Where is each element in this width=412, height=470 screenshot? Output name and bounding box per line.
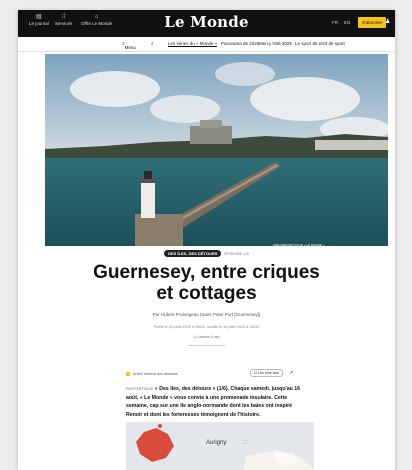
bookmark-icon: ⊡ xyxy=(254,371,258,375)
subscribe-button[interactable]: S'abonner xyxy=(358,17,387,28)
search-icon[interactable]: ⌕ xyxy=(151,41,154,46)
series-tag[interactable]: DES ÎLES, DES DÉTOURS xyxy=(164,250,222,257)
subnav-item-sport[interactable]: Le sport de récit de sport xyxy=(295,41,345,46)
top-bar: ▤ Le journal ⁞⁞ Services ⌂ Offre Le Mond… xyxy=(18,10,395,37)
episode-label: ÉPISODE 1/6 xyxy=(224,251,249,256)
read-time-label: Lecture 4 min xyxy=(197,335,220,339)
lead-kicker: REPORTAGE xyxy=(126,386,154,391)
divider xyxy=(188,345,225,346)
subnav-item-panorama[interactable]: Panorama de 2025 xyxy=(221,41,259,46)
menu-label: Menu xyxy=(124,45,136,50)
read-time: ◷ Lecture 4 min xyxy=(18,335,395,339)
sub-navigation: ≡ Menu ⌕ Les séries du « Monde » Panoram… xyxy=(18,37,395,52)
menu-button[interactable]: ≡ Menu xyxy=(122,41,136,50)
subnav-item-series[interactable]: Les séries du « Monde » xyxy=(168,41,218,47)
lead-text: « Des îles, des détours » (1/6). Chaque … xyxy=(126,386,300,418)
location-map: Aurigny xyxy=(126,422,314,470)
article-lead: REPORTAGE « Des îles, des détours » (1/6… xyxy=(126,385,306,419)
photo-credit: ANNA BROWN POUR « LE MONDE » xyxy=(273,243,325,247)
dateline: Publié le 16 juillet 2025 à 05h00, modif… xyxy=(153,325,260,329)
byline[interactable]: Par Hubert Prolongeau (Saint Peter Port … xyxy=(18,312,395,317)
user-icon[interactable]: ♟ xyxy=(385,18,390,25)
article-title-line1: Guernesey, entre criques xyxy=(93,262,320,283)
premium-icon xyxy=(126,372,130,377)
clock-icon: ◷ xyxy=(193,335,197,339)
article-title-line2: et cottages xyxy=(156,283,257,304)
article-title: Guernesey, entre criques et cottages xyxy=(18,262,395,304)
premium-label: Article réservé aux abonnés xyxy=(133,372,178,376)
subnav-item-ete[interactable]: Mercy l'été 2025 xyxy=(259,41,292,46)
map-label-aurigny: Aurigny xyxy=(206,440,226,446)
hero-image xyxy=(45,54,388,246)
read-later-label: Lire plus tard xyxy=(258,371,279,375)
page: ▤ Le journal ⁞⁞ Services ⌂ Offre Le Mond… xyxy=(18,10,395,470)
lang-fr[interactable]: FR xyxy=(332,20,338,25)
premium-notice: Article réservé aux abonnés xyxy=(126,372,178,377)
series-tag-row: DES ÎLES, DES DÉTOURS ÉPISODE 1/6 xyxy=(18,250,395,257)
le-monde-logo[interactable]: Le Monde xyxy=(18,13,395,31)
share-icon[interactable]: ↗ xyxy=(289,370,293,376)
lang-en[interactable]: EN xyxy=(344,20,350,25)
read-later-button[interactable]: ⊡ Lire plus tard xyxy=(250,369,283,377)
